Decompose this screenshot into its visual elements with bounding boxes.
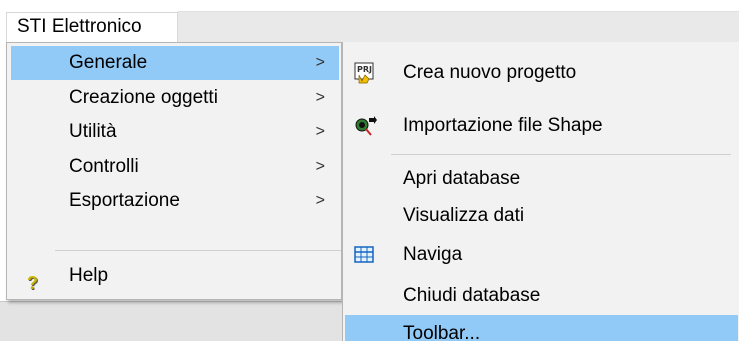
help-question-icon: ? <box>27 273 38 293</box>
submenu-item-label: Chiudi database <box>403 285 541 306</box>
submenu-generale: PRJ Crea nuovo progetto Importazione fil… <box>342 42 739 341</box>
chevron-right-icon: > <box>315 123 325 140</box>
menu-item-help[interactable]: ? Help <box>11 259 339 293</box>
submenu-item-chiudi-database[interactable]: Chiudi database <box>345 277 738 315</box>
menu-item-label: Generale <box>69 52 148 73</box>
menu-item-label: Esportazione <box>69 190 180 211</box>
svg-text:PRJ: PRJ <box>357 65 372 74</box>
background-strip <box>0 301 342 341</box>
submenu-item-crea-nuovo-progetto[interactable]: PRJ Crea nuovo progetto <box>345 54 738 92</box>
submenu-item-naviga[interactable]: Naviga <box>345 236 738 274</box>
submenu-item-label: Toolbar... <box>403 323 481 341</box>
table-grid-icon <box>353 240 377 264</box>
menu-item-label: Utilità <box>69 121 117 142</box>
chevron-right-icon: > <box>315 89 325 106</box>
menubar: STI Elettronico <box>0 0 739 43</box>
submenu-item-apri-database[interactable]: Apri database <box>345 160 738 198</box>
menu-item-creazione-oggetti[interactable]: Creazione oggetti > <box>11 81 339 115</box>
submenu-item-label: Naviga <box>403 244 463 265</box>
chevron-right-icon: > <box>315 158 325 175</box>
menu-separator <box>55 250 341 251</box>
submenu-item-label: Visualizza dati <box>403 205 525 226</box>
menubar-item-sti-elettronico[interactable]: STI Elettronico <box>6 12 178 42</box>
menu-item-esportazione[interactable]: Esportazione > <box>11 184 339 218</box>
menu-item-utilita[interactable]: Utilità > <box>11 115 339 149</box>
menu-item-label: Controlli <box>69 156 139 177</box>
menu-item-label: Help <box>69 265 109 286</box>
submenu-separator <box>391 154 731 155</box>
submenu-item-visualizza-dati[interactable]: Visualizza dati <box>345 197 738 235</box>
chevron-right-icon: > <box>315 192 325 209</box>
menu-item-generale[interactable]: Generale > <box>11 46 339 80</box>
menubar-background <box>178 11 739 43</box>
import-shape-icon <box>353 114 377 138</box>
menu-item-label: Creazione oggetti <box>69 87 218 108</box>
menu-item-controlli[interactable]: Controlli > <box>11 150 339 184</box>
new-project-icon: PRJ <box>353 61 377 85</box>
submenu-item-label: Apri database <box>403 168 521 189</box>
main-menu: Generale > Creazione oggetti > Utilità >… <box>6 42 342 300</box>
chevron-right-icon: > <box>315 54 325 71</box>
submenu-item-label: Importazione file Shape <box>403 115 603 136</box>
submenu-item-label: Crea nuovo progetto <box>403 62 577 83</box>
submenu-item-toolbar[interactable]: Toolbar... <box>345 315 738 341</box>
submenu-item-importazione-file-shape[interactable]: Importazione file Shape <box>345 107 738 145</box>
